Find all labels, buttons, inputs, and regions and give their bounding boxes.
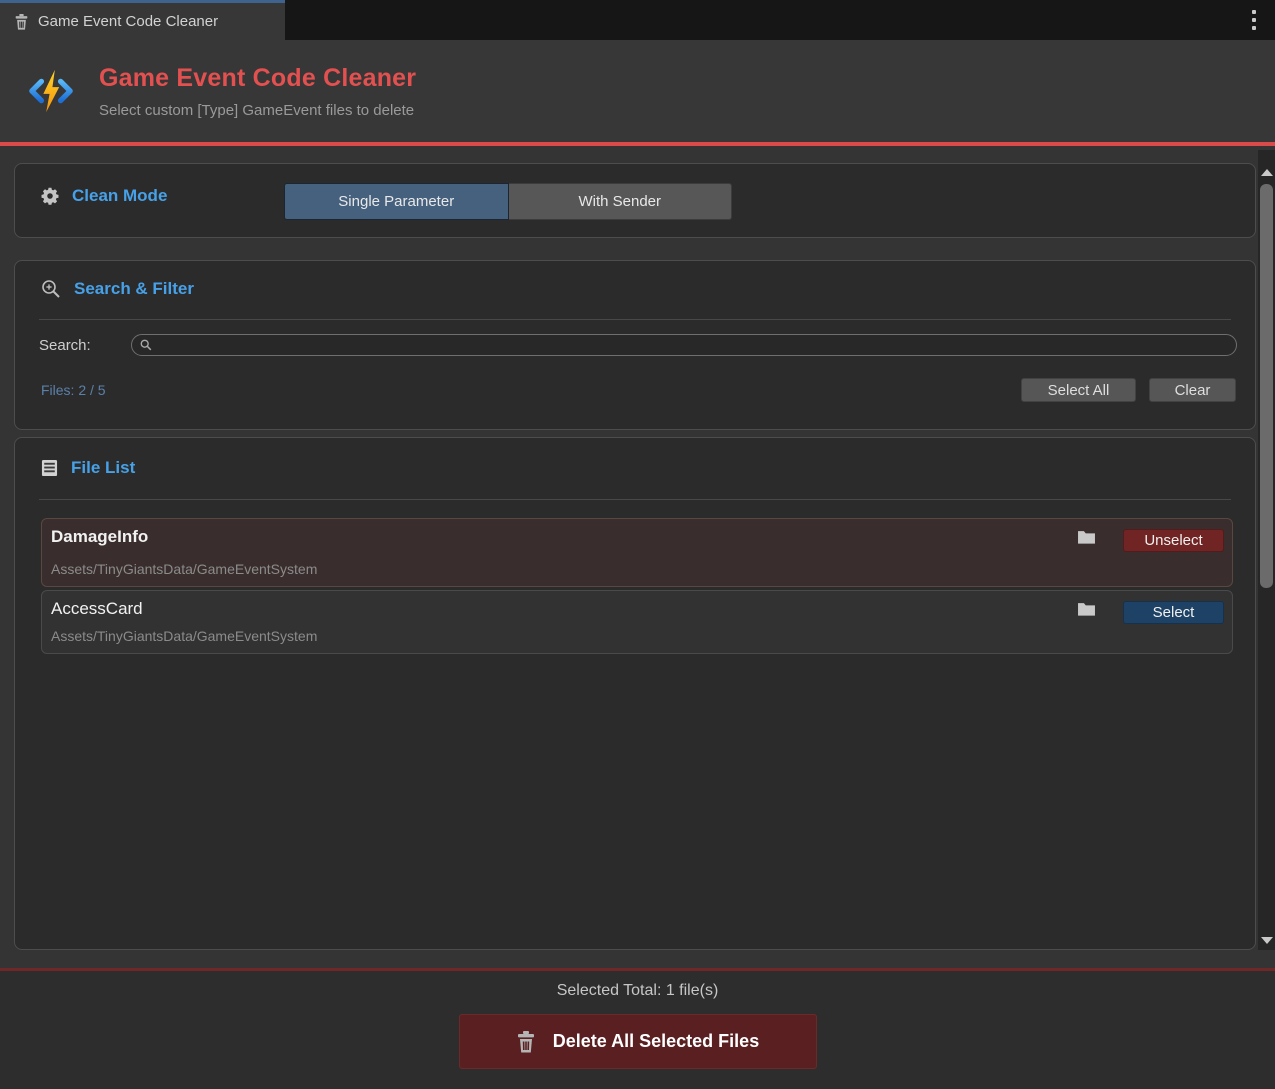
file-name: AccessCard (51, 599, 317, 619)
search-input[interactable] (158, 337, 1228, 354)
file-list-section-title: File List (71, 458, 135, 478)
page-subtitle: Select custom [Type] GameEvent files to … (99, 102, 416, 119)
clear-button[interactable]: Clear (1149, 378, 1236, 402)
scroll-down-arrow-icon[interactable] (1258, 932, 1275, 948)
toggle-with-sender[interactable]: With Sender (509, 183, 733, 220)
footer: Selected Total: 1 file(s) Delete All Sel… (0, 968, 1275, 1089)
delete-button-label: Delete All Selected Files (553, 1031, 759, 1052)
selected-total-text: Selected Total: 1 file(s) (557, 982, 719, 1000)
search-filter-panel: Search & Filter Search: Files: 2 / 5 Sel… (14, 260, 1256, 430)
code-lightning-icon (28, 68, 74, 114)
files-count: Files: 2 / 5 (41, 382, 106, 398)
tab-game-event-code-cleaner[interactable]: Game Event Code Cleaner (0, 0, 285, 40)
scroll-up-arrow-icon[interactable] (1258, 164, 1275, 180)
window-header: Game Event Code Cleaner Select custom [T… (0, 40, 1275, 142)
clean-mode-panel: Clean Mode Single Parameter With Sender (14, 163, 1256, 238)
tab-bar: Game Event Code Cleaner (0, 0, 1275, 40)
select-all-button[interactable]: Select All (1021, 378, 1136, 402)
toggle-single-parameter[interactable]: Single Parameter (284, 183, 509, 220)
search-icon (140, 339, 152, 351)
search-field-label: Search: (39, 337, 91, 354)
delete-all-selected-files-button[interactable]: Delete All Selected Files (459, 1014, 817, 1069)
file-list-panel: File List DamageInfo Assets/TinyGiantsDa… (14, 437, 1256, 950)
tab-label: Game Event Code Cleaner (38, 13, 218, 30)
list-icon (41, 459, 58, 477)
search-filter-section-title: Search & Filter (74, 279, 194, 299)
content-scroll-area: Clean Mode Single Parameter With Sender (0, 146, 1275, 968)
trash-icon (516, 1031, 536, 1053)
file-list-divider (39, 499, 1231, 500)
search-box (131, 334, 1237, 356)
game-event-code-cleaner-window: Game Event Code Cleaner (0, 0, 1275, 1089)
vertical-scrollbar[interactable] (1258, 150, 1275, 950)
file-path: Assets/TinyGiantsData/GameEventSystem (51, 628, 317, 644)
file-path: Assets/TinyGiantsData/GameEventSystem (51, 561, 317, 577)
scrollbar-thumb[interactable] (1260, 184, 1273, 588)
unselect-button[interactable]: Unselect (1123, 529, 1224, 552)
file-rows: DamageInfo Assets/TinyGiantsData/GameEve… (41, 518, 1233, 654)
search-divider (39, 319, 1231, 320)
gear-icon (41, 187, 59, 205)
kebab-menu-icon[interactable] (1247, 10, 1261, 30)
select-button[interactable]: Select (1123, 601, 1224, 624)
clean-mode-section-title: Clean Mode (72, 186, 167, 206)
trash-icon (14, 14, 29, 30)
file-name: DamageInfo (51, 527, 317, 547)
file-row-accesscard[interactable]: AccessCard Assets/TinyGiantsData/GameEve… (41, 590, 1233, 654)
zoom-in-icon (41, 279, 61, 299)
clean-mode-toggle: Single Parameter With Sender (284, 183, 732, 220)
page-title: Game Event Code Cleaner (99, 64, 416, 93)
folder-icon[interactable] (1077, 529, 1096, 545)
folder-icon[interactable] (1077, 601, 1096, 617)
file-row-damageinfo[interactable]: DamageInfo Assets/TinyGiantsData/GameEve… (41, 518, 1233, 587)
